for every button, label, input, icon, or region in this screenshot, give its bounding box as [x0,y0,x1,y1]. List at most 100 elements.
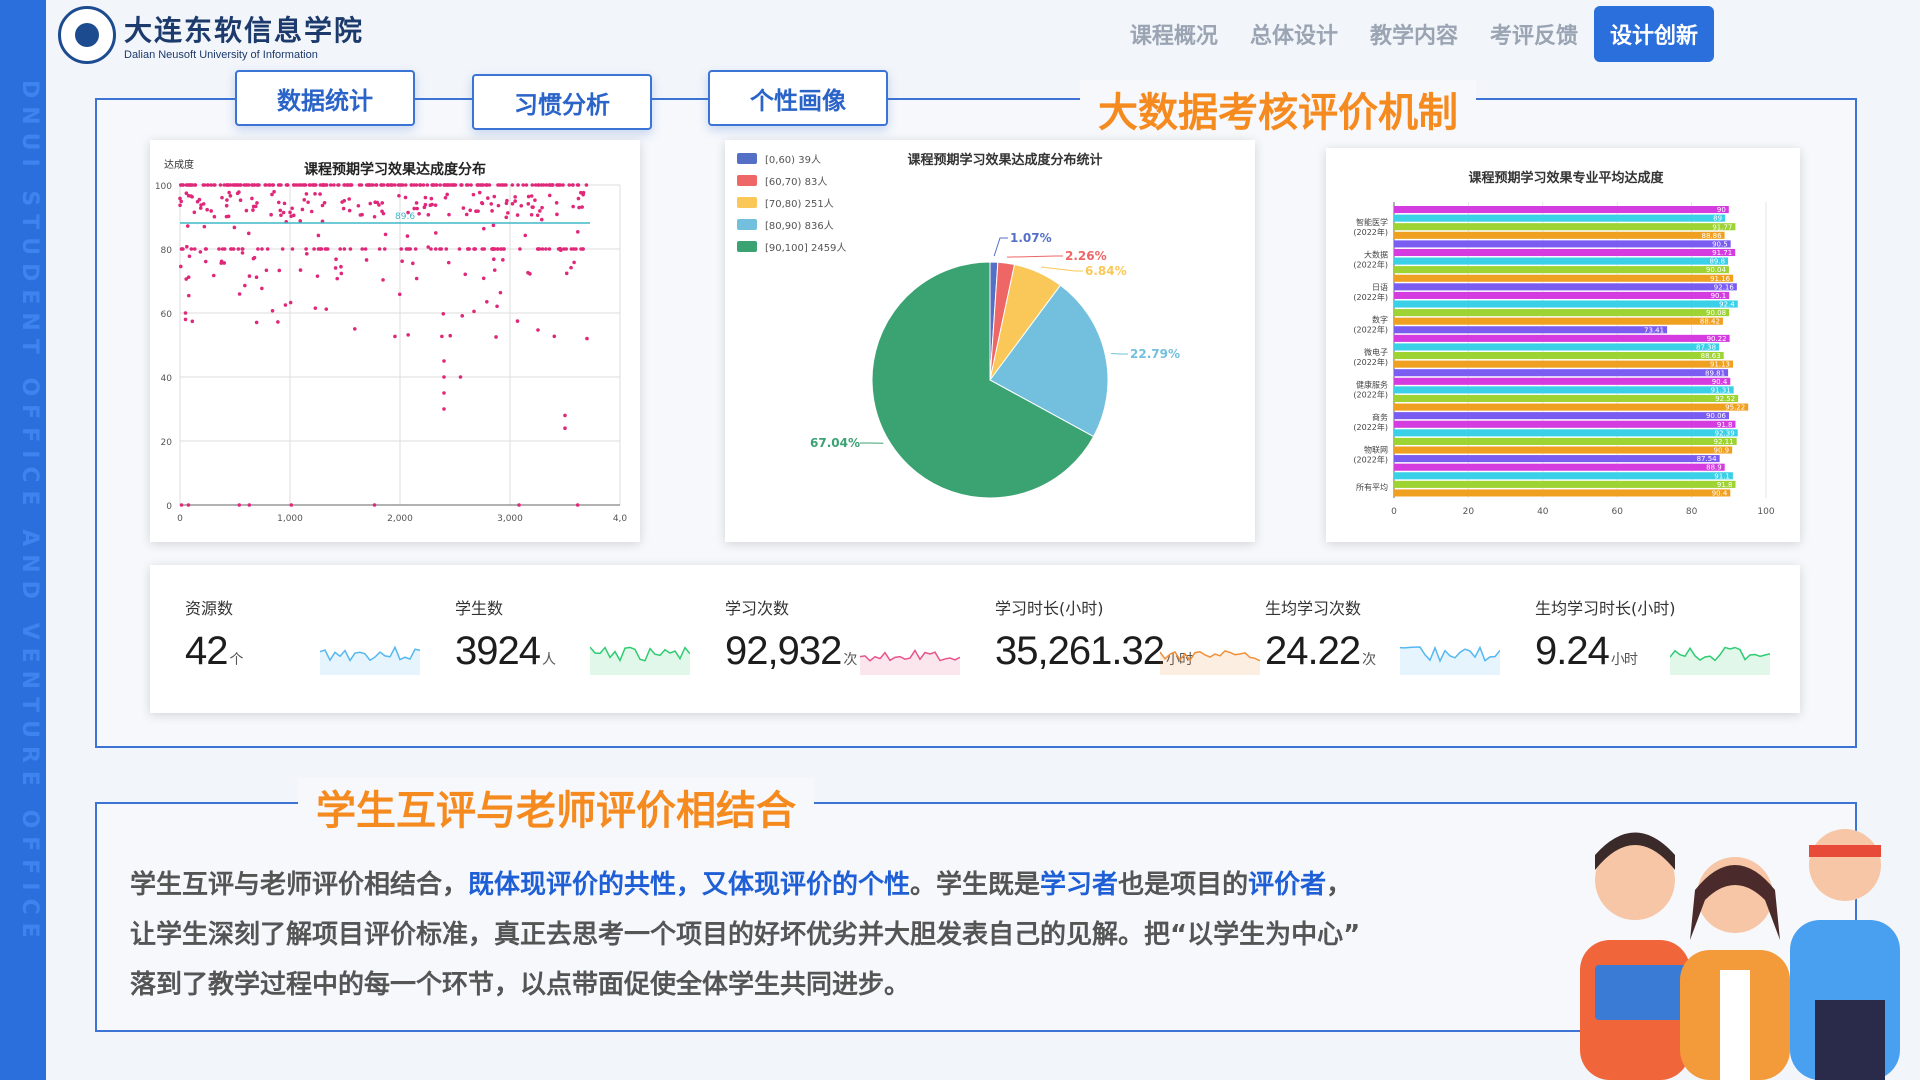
scatter-point [190,194,194,199]
para-text: 也是项目的 [1118,870,1249,900]
scatter-point [364,258,369,262]
scatter-point [491,247,495,251]
scatter-point [181,183,185,187]
tab-habit-analysis[interactable]: 习惯分析 [472,74,652,130]
bar-value-label: 90.4 [1712,378,1728,386]
bar-value-label: 73.41 [1644,326,1664,334]
stat-value: 24.22 次 [1265,629,1376,673]
side-bar: DNUI STUDENT OFFICE AND VENTURE OFFICE [0,0,46,1080]
scatter-chart: 课程预期学习效果达成度分布 达成度 0 20 40 60 80 100 0 1,000 2,000 3… [155,158,628,524]
category-label: (2022年) [1353,325,1388,335]
scatter-point [203,259,208,264]
scatter-point [406,333,410,337]
scatter-point [502,247,506,251]
scatter-point [284,183,289,187]
bar [1394,446,1733,454]
scatter-point [224,203,229,208]
scatter-point [585,336,589,341]
scatter-point [430,202,434,207]
scatter-point [417,211,421,216]
nav-item-overview[interactable]: 课程概况 [1114,6,1234,62]
bar [1394,437,1737,445]
tab-personal-profile[interactable]: 个性画像 [708,70,888,126]
pie-percent-label: 2.26% [1065,249,1107,263]
scatter-point [536,183,541,187]
scatter-point [442,375,446,379]
scatter-point [187,254,192,259]
scatter-point [397,193,401,198]
scatter-point [571,183,575,187]
scatter-point [492,268,497,272]
scatter-point [518,247,522,251]
scatter-point [446,183,451,187]
tab-data-stats[interactable]: 数据统计 [235,70,415,126]
stat-label: 生均学习时长(小时) [1535,599,1676,618]
scatter-point [192,210,197,215]
scatter-point [564,271,569,276]
scatter-point [485,300,489,304]
scatter-point [540,205,544,210]
scatter-point [211,273,216,278]
scatter-point [368,201,373,206]
bar [1394,291,1730,299]
x-tick-label: 0 [177,514,183,524]
bar [1394,369,1729,377]
scatter-point [255,201,259,205]
scatter-point [480,201,485,206]
nav-item-feedback[interactable]: 考评反馈 [1474,6,1594,62]
nav-item-content[interactable]: 教学内容 [1354,6,1474,62]
scatter-point [400,259,404,263]
scatter-point [530,205,535,209]
bar-value-label: 92.11 [1714,438,1734,446]
scatter-point [504,215,509,220]
scatter-point [266,183,271,187]
scatter-point [472,309,476,314]
scatter-point [313,192,317,196]
scatter-point [480,247,485,251]
scatter-point [372,503,377,507]
scatter-point [549,183,553,187]
scatter-point [338,247,342,251]
nav-item-innovation[interactable]: 设计创新 [1593,6,1714,62]
scatter-point [347,208,352,213]
sparkline [1160,649,1260,675]
scatter-point [423,195,428,200]
scatter-point [423,202,428,207]
scatter-point [529,212,534,217]
scatter-point [265,247,270,251]
scatter-point [541,183,546,187]
scatter-point [363,247,368,251]
bar-value-label: 92.52 [1715,395,1735,403]
bar-value-label: 91.13 [1710,361,1730,369]
scatter-point [341,206,346,211]
bar [1394,309,1730,317]
nav-item-design[interactable]: 总体设计 [1234,6,1354,62]
scatter-point [237,503,242,507]
scatter-point [333,266,338,270]
scatter-point [205,183,210,187]
scatter-point [281,210,286,215]
bar [1394,403,1749,411]
logo-emblem-icon [58,6,116,64]
scatter-point [260,286,264,291]
category-label: 商务 [1372,412,1388,422]
scatter-point [415,206,419,211]
scatter-point [579,190,583,195]
scatter-point [348,247,353,251]
scatter-point [571,247,576,251]
legend-label: [60,70) 83人 [765,176,827,188]
bar [1394,248,1736,257]
student-middle-illustration [1680,857,1790,1080]
category-label: 微电子 [1364,347,1388,357]
scatter-point [336,183,340,187]
scatter-point [433,247,438,251]
scatter-point [536,328,540,332]
bar-value-label: 87.54 [1697,455,1718,463]
scatter-point [304,247,308,251]
pie-percent-label: 22.79% [1130,347,1180,361]
scatter-point [270,308,275,313]
scatter-point [238,198,243,203]
scatter-point [309,209,314,214]
section1-title: 大数据考核评价机制 [1080,80,1476,138]
bar [1394,420,1736,428]
